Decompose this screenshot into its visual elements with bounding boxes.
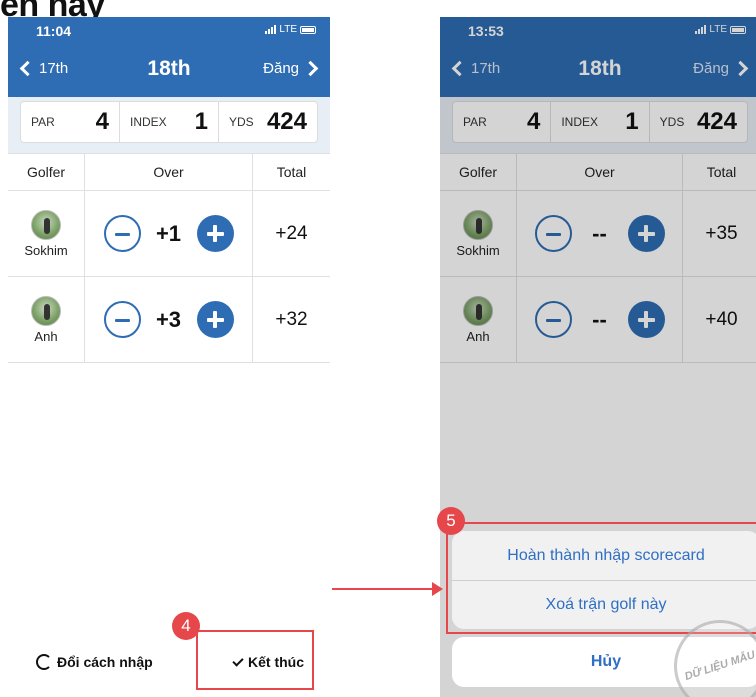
network-label: LTE bbox=[279, 24, 297, 35]
over-cell: +3 bbox=[85, 277, 253, 362]
minus-button[interactable] bbox=[103, 215, 141, 252]
left-phone-screen: 11:04 LTE 17th 18th Đăng PAR 4 INDEX 1 Y… bbox=[8, 17, 330, 697]
status-bar: 11:04 LTE bbox=[8, 17, 330, 45]
step-badge-5: 5 bbox=[437, 507, 465, 535]
battery-icon bbox=[300, 25, 316, 34]
total-value: +24 bbox=[275, 222, 308, 244]
signal-icon bbox=[265, 25, 277, 34]
tutorial-canvas: ên hay 11:04 LTE 17th 18th Đăng PAR 4 IN… bbox=[0, 0, 756, 697]
avatar bbox=[31, 295, 61, 326]
score-table-header: Golfer Over Total bbox=[8, 153, 330, 191]
post-button[interactable]: Đăng bbox=[263, 60, 320, 77]
yds-cell: YDS 424 bbox=[219, 102, 317, 142]
over-value: +1 bbox=[155, 220, 182, 246]
table-row: Sokhim +1 +24 bbox=[8, 191, 330, 277]
par-cell: PAR 4 bbox=[21, 102, 120, 142]
post-label: Đăng bbox=[263, 60, 299, 77]
arrow-right-icon bbox=[432, 582, 443, 596]
arrow-line bbox=[332, 588, 434, 590]
step-badge-4: 4 bbox=[172, 612, 200, 640]
over-value: +3 bbox=[155, 306, 182, 332]
index-value: 1 bbox=[194, 108, 208, 135]
yds-value: 424 bbox=[266, 108, 307, 135]
golfer-cell: Anh bbox=[8, 277, 85, 362]
par-value: 4 bbox=[95, 108, 109, 135]
hole-nav-bar: 17th 18th Đăng bbox=[8, 45, 330, 97]
switch-input-label: Đổi cách nhập bbox=[57, 654, 153, 670]
hole-info-box: PAR 4 INDEX 1 YDS 424 bbox=[20, 101, 318, 143]
golfer-name: Sokhim bbox=[24, 242, 68, 258]
plus-button[interactable] bbox=[196, 215, 234, 252]
par-label: PAR bbox=[31, 115, 55, 129]
total-cell: +32 bbox=[253, 277, 330, 362]
plus-button[interactable] bbox=[196, 301, 234, 338]
total-value: +32 bbox=[275, 308, 308, 330]
status-indicators: LTE bbox=[265, 24, 316, 35]
avatar bbox=[31, 209, 61, 240]
chevron-right-icon bbox=[302, 60, 319, 77]
watermark-text: DỮ LIỆU MẪU bbox=[683, 649, 756, 683]
golfer-name: Anh bbox=[34, 328, 58, 344]
over-column-header: Over bbox=[85, 154, 253, 190]
table-row: Anh +3 +32 bbox=[8, 277, 330, 363]
total-cell: +24 bbox=[253, 191, 330, 276]
refresh-icon bbox=[36, 654, 52, 670]
highlight-box-finish bbox=[196, 630, 314, 690]
minus-button[interactable] bbox=[103, 301, 141, 338]
highlight-box-action-sheet bbox=[446, 522, 756, 634]
switch-input-button[interactable]: Đổi cách nhập bbox=[36, 654, 153, 670]
yds-label: YDS bbox=[229, 115, 254, 129]
golfer-cell: Sokhim bbox=[8, 191, 85, 276]
over-cell: +1 bbox=[85, 191, 253, 276]
golfer-column-header: Golfer bbox=[8, 154, 85, 190]
total-column-header: Total bbox=[276, 164, 307, 180]
index-cell: INDEX 1 bbox=[120, 102, 219, 142]
index-label: INDEX bbox=[130, 115, 167, 129]
status-time: 11:04 bbox=[36, 23, 72, 39]
